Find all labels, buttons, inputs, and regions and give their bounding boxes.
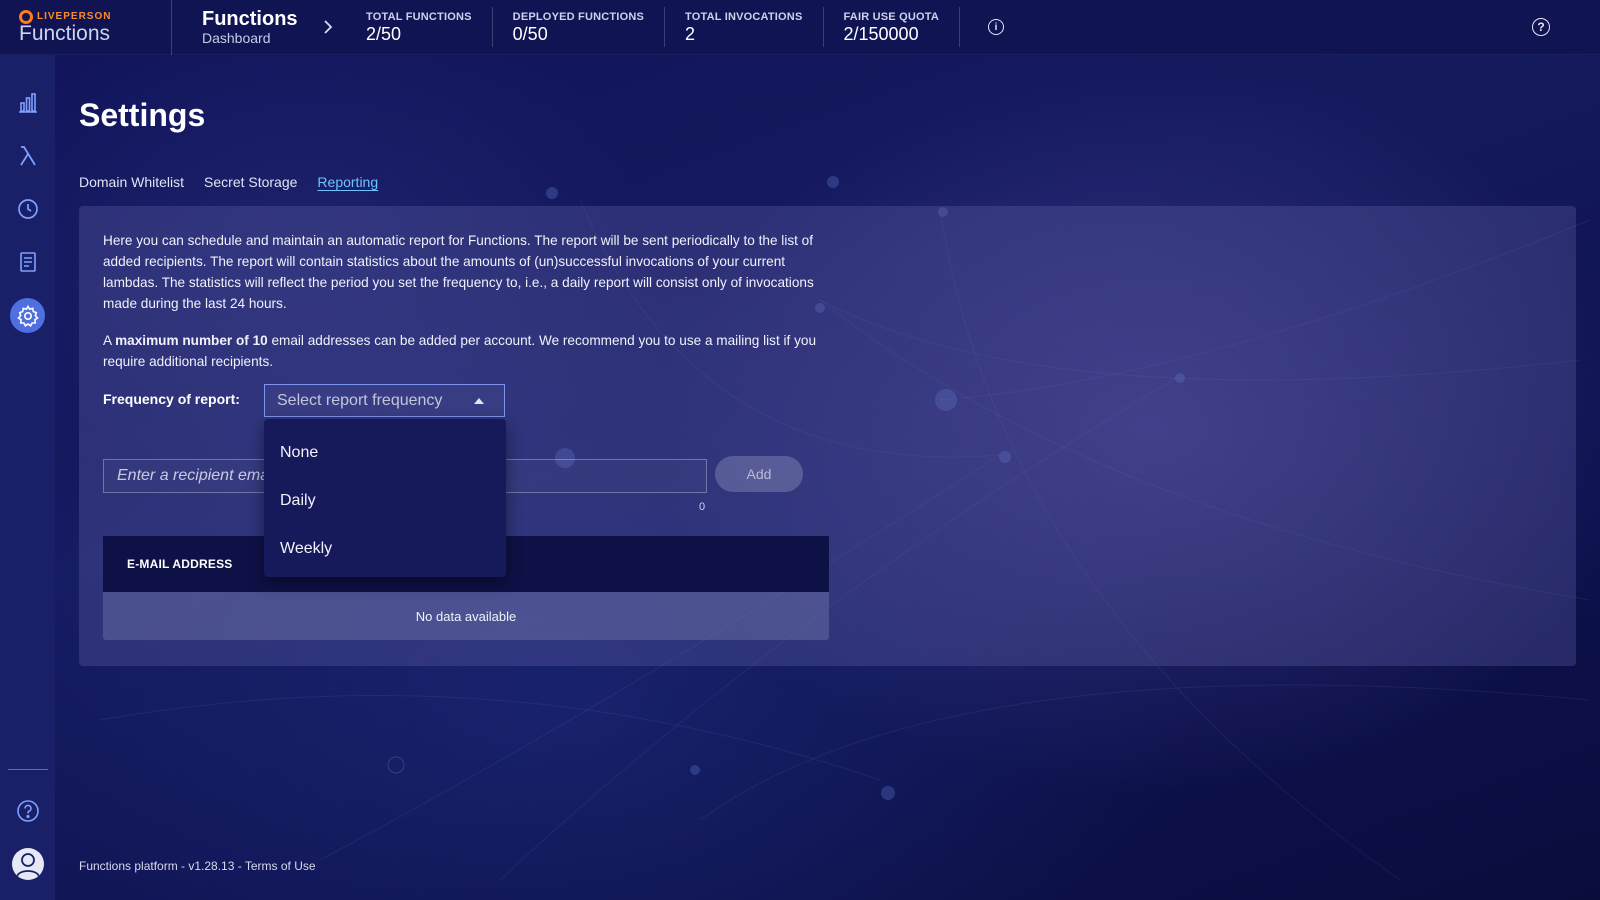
- brand-logo[interactable]: LIVEPERSON Functions: [0, 0, 172, 55]
- sidebar-nav: [0, 55, 55, 900]
- footer-version: Functions platform - v1.28.13 - Terms of…: [79, 859, 316, 873]
- tab-secret-storage[interactable]: Secret Storage: [204, 174, 297, 190]
- nav-analytics-icon[interactable]: [11, 86, 45, 120]
- stat-total-invocations: TOTAL INVOCATIONS 2: [665, 7, 824, 47]
- tab-domain-whitelist[interactable]: Domain Whitelist: [79, 174, 184, 190]
- frequency-dropdown-menu: None Daily Weekly: [264, 419, 506, 577]
- help-icon[interactable]: ?: [1532, 18, 1550, 36]
- stat-label: FAIR USE QUOTA: [843, 10, 939, 23]
- stat-label: DEPLOYED FUNCTIONS: [512, 10, 645, 23]
- stat-fair-use-quota: FAIR USE QUOTA 2/150000: [824, 7, 960, 47]
- frequency-option-daily[interactable]: Daily: [264, 477, 506, 525]
- caret-up-icon: [474, 398, 484, 404]
- nav-divider: [8, 769, 48, 770]
- frequency-label: Frequency of report:: [103, 391, 240, 407]
- stat-value: 2: [685, 23, 696, 44]
- tab-reporting[interactable]: Reporting: [317, 174, 378, 190]
- breadcrumb-title: Functions: [202, 8, 298, 30]
- breadcrumb: Functions Dashboard: [172, 8, 310, 46]
- stat-label: TOTAL INVOCATIONS: [685, 10, 803, 23]
- stat-label: TOTAL FUNCTIONS: [366, 10, 472, 23]
- breadcrumb-subtitle: Dashboard: [202, 30, 271, 46]
- column-email-address[interactable]: E-MAIL ADDRESS: [127, 557, 232, 571]
- stat-deployed-functions: DEPLOYED FUNCTIONS 0/50: [493, 7, 666, 47]
- top-bar: LIVEPERSON Functions Functions Dashboard…: [0, 0, 1600, 55]
- frequency-option-weekly[interactable]: Weekly: [264, 525, 506, 573]
- stat-total-functions: TOTAL FUNCTIONS 2/50: [346, 7, 493, 47]
- stat-value: 2/150000: [843, 23, 919, 44]
- nav-lambda-icon[interactable]: [11, 139, 45, 173]
- reporting-description: Here you can schedule and maintain an au…: [103, 233, 814, 311]
- nav-help-icon[interactable]: [11, 794, 45, 828]
- frequency-select[interactable]: Select report frequency: [264, 384, 505, 417]
- nav-settings-icon[interactable]: [10, 298, 45, 333]
- brand-product: Functions: [19, 21, 111, 45]
- email-char-counter: 0: [699, 501, 706, 513]
- frequency-option-none[interactable]: None: [264, 429, 506, 477]
- user-avatar-icon[interactable]: [12, 848, 44, 880]
- stat-value: 2/50: [366, 23, 402, 44]
- chevron-right-icon: [310, 19, 346, 35]
- liveperson-logo-icon: [19, 9, 33, 24]
- limit-bold: maximum number of 10: [115, 333, 268, 348]
- recipient-limit-note: A maximum number of 10 email addresses c…: [103, 330, 823, 372]
- page-title: Settings: [79, 97, 206, 133]
- frequency-placeholder: Select report frequency: [277, 391, 443, 409]
- limit-prefix: A: [103, 333, 116, 348]
- brand-company: LIVEPERSON: [37, 11, 112, 22]
- table-empty-state: No data available: [103, 592, 829, 640]
- nav-logs-icon[interactable]: [11, 245, 45, 279]
- stat-value: 0/50: [512, 23, 548, 44]
- add-recipient-button[interactable]: Add: [715, 456, 803, 492]
- settings-tabs: Domain Whitelist Secret Storage Reportin…: [79, 174, 378, 190]
- nav-schedule-icon[interactable]: [11, 192, 45, 226]
- info-icon[interactable]: i: [988, 19, 1004, 35]
